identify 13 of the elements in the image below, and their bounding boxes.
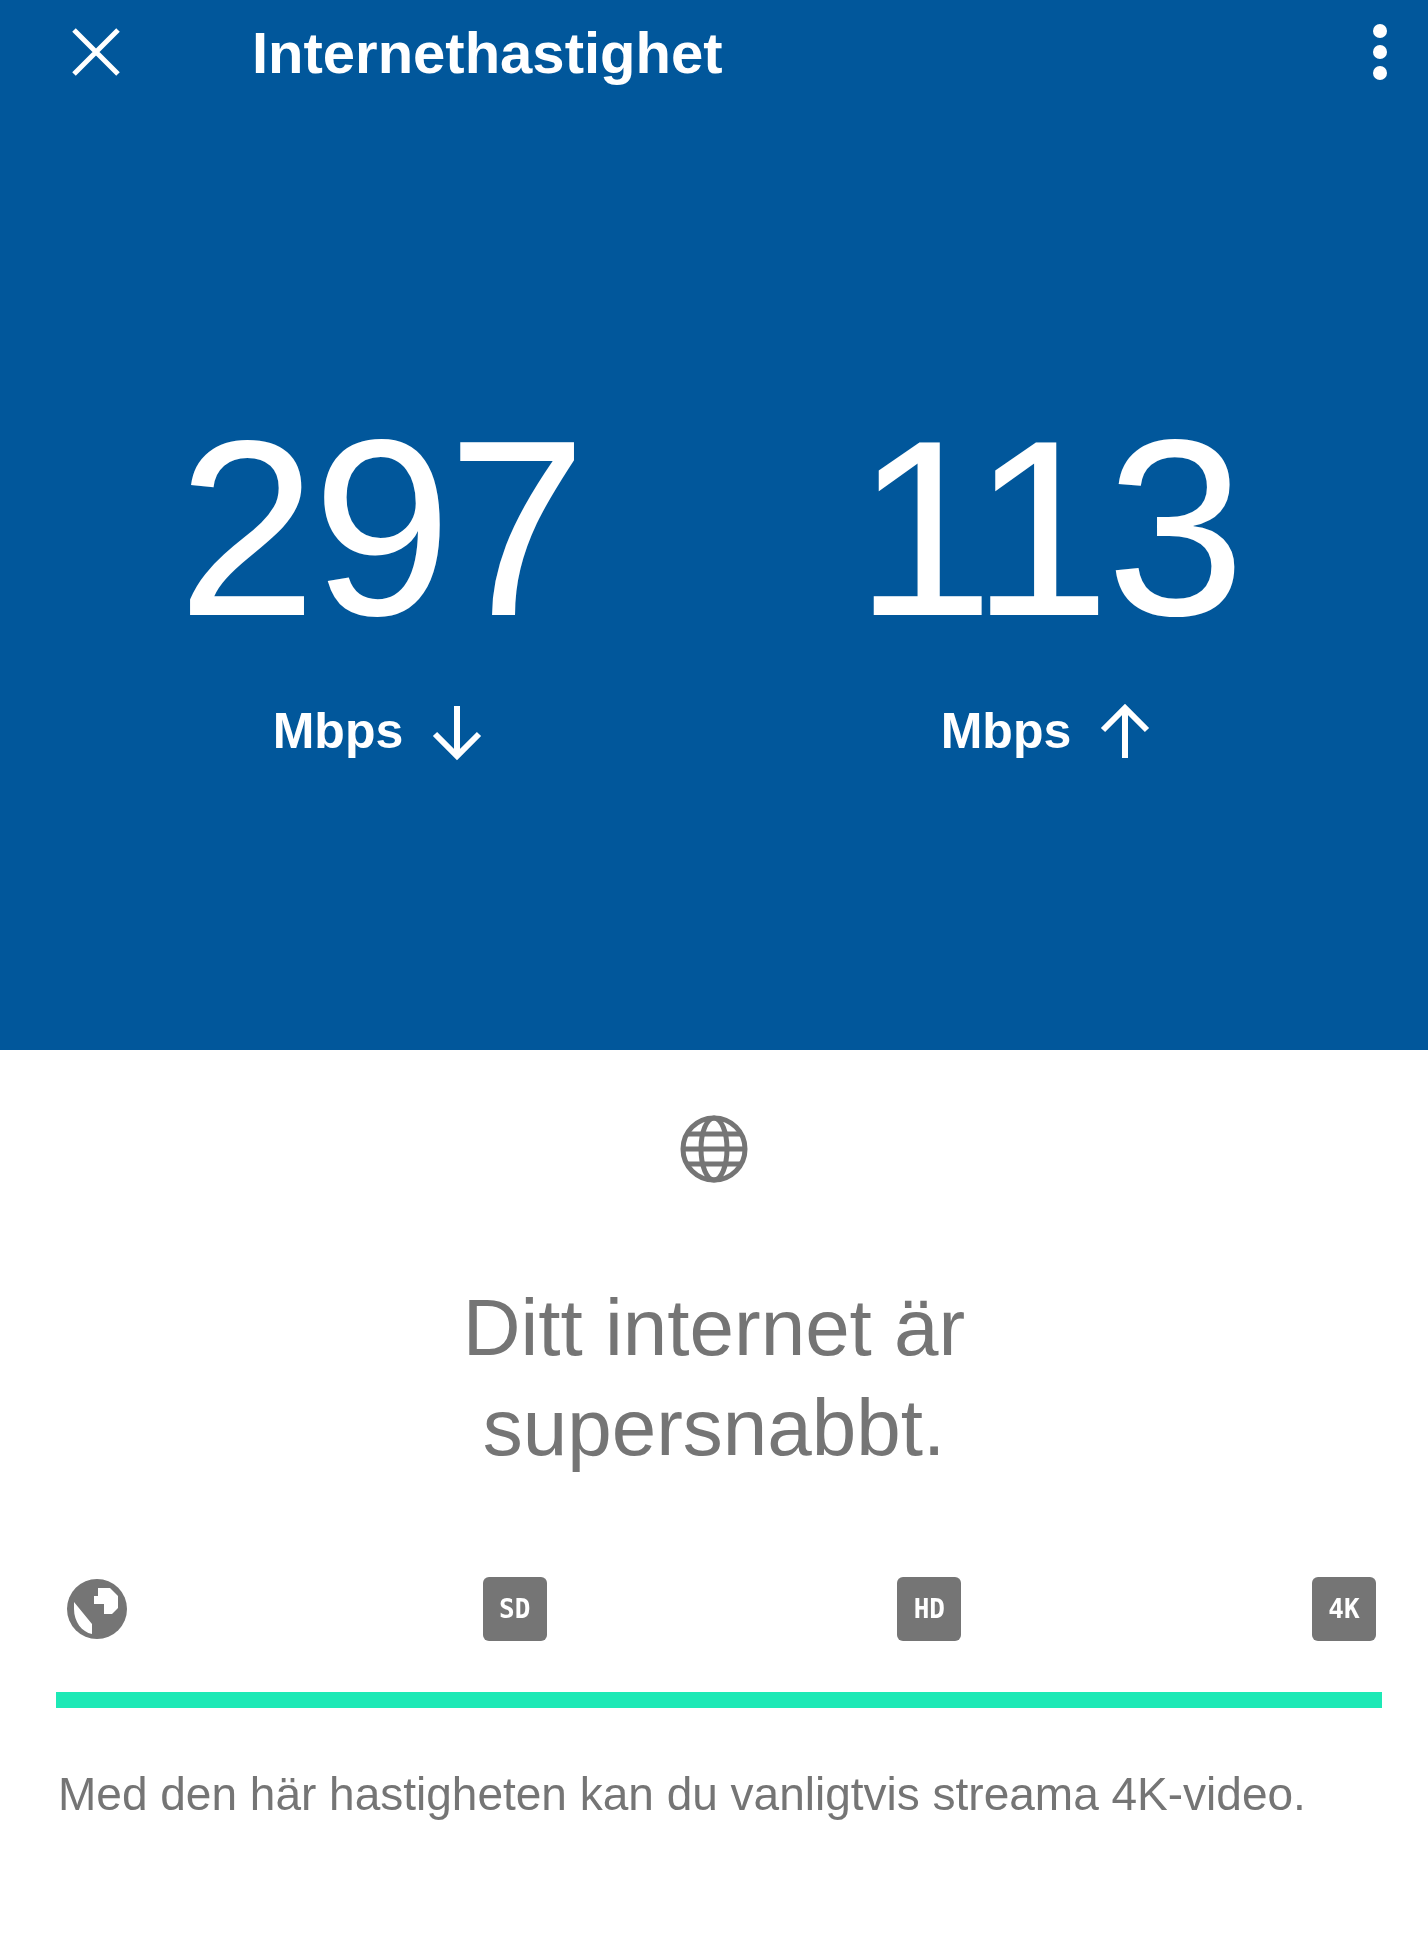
speed-unit: Mbps (940, 702, 1072, 761)
quality-badge: 4K (1311, 1577, 1376, 1641)
description-text: Med den här hastigheten kan du vanligtvis streama 4K-video. (58, 1768, 1306, 1820)
more-options-icon[interactable] (1372, 24, 1388, 80)
close-icon[interactable] (70, 26, 122, 78)
speed-unit: Mbps (272, 702, 404, 761)
quality-badge: HD (897, 1577, 962, 1641)
globe-icon (679, 1114, 749, 1184)
result-heading: Ditt internet är supersnabbt. (461, 1282, 967, 1474)
app-title: Internethastighet (252, 18, 723, 87)
speed-value: 297 (177, 404, 583, 654)
quality-badge: SD (482, 1577, 547, 1641)
speed-value: 113 (854, 404, 1242, 654)
